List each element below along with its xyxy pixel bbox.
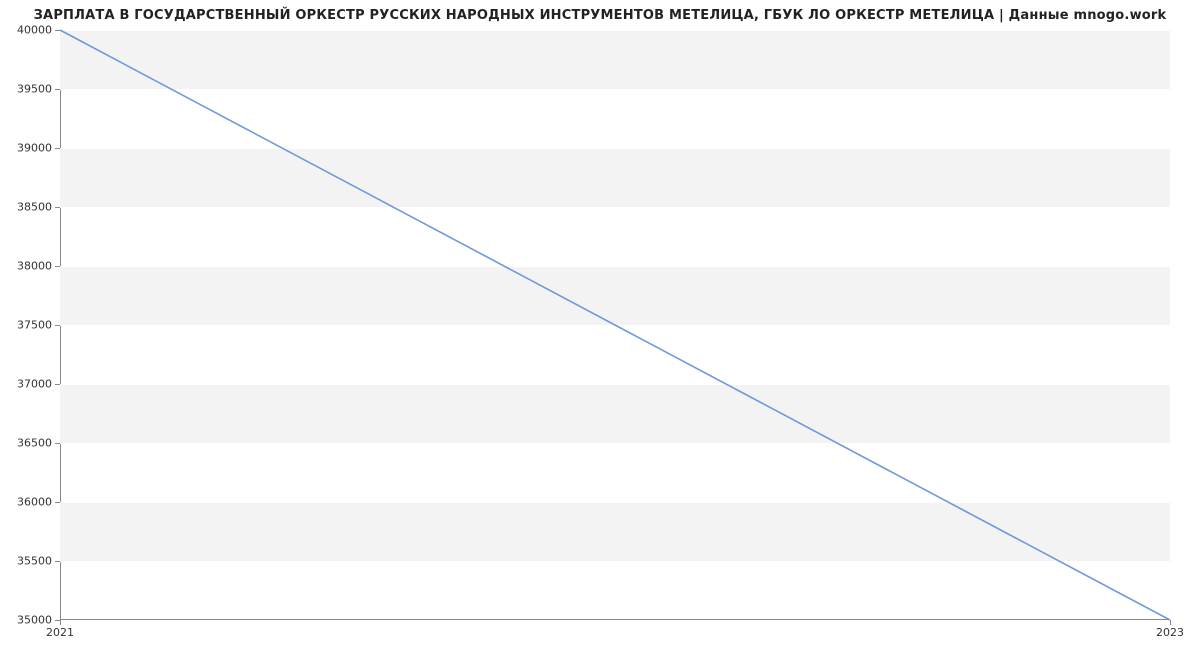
y-tick-label: 36500	[17, 437, 60, 450]
y-tick-label: 37000	[17, 378, 60, 391]
y-gridline	[60, 620, 1170, 621]
y-tick-label: 40000	[17, 24, 60, 37]
y-tick-label: 36000	[17, 496, 60, 509]
x-tick-label: 2023	[1156, 620, 1184, 639]
y-tick-label: 39500	[17, 83, 60, 96]
y-tick-label: 38000	[17, 260, 60, 273]
y-tick-label: 35500	[17, 555, 60, 568]
x-tick-label: 2021	[46, 620, 74, 639]
y-tick-label: 39000	[17, 142, 60, 155]
y-tick-label: 37500	[17, 319, 60, 332]
line-layer	[60, 30, 1170, 620]
series-line	[60, 30, 1170, 620]
plot-area: 3500035500360003650037000375003800038500…	[60, 30, 1170, 620]
plot-inner: 3500035500360003650037000375003800038500…	[60, 30, 1170, 620]
chart-title: ЗАРПЛАТА В ГОСУДАРСТВЕННЫЙ ОРКЕСТР РУССК…	[0, 8, 1200, 23]
chart-container: ЗАРПЛАТА В ГОСУДАРСТВЕННЫЙ ОРКЕСТР РУССК…	[0, 0, 1200, 650]
y-tick-label: 38500	[17, 201, 60, 214]
